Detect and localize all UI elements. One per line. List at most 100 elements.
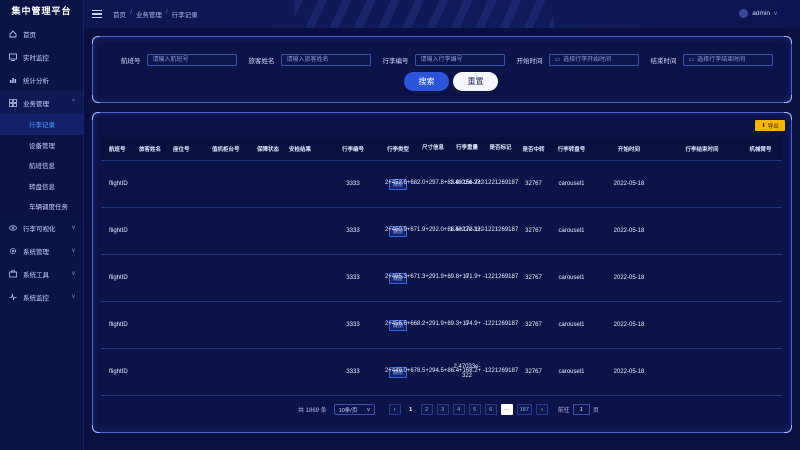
transit-cell: 32767	[525, 275, 542, 281]
end-time-picker[interactable]: ▭ 选择行李结束时间	[682, 54, 773, 66]
column-header: 旅客姓名	[139, 146, 162, 153]
avatar	[739, 9, 749, 18]
breadcrumb-business[interactable]: 业务管理	[136, 9, 162, 19]
table-panel: ⬇ 导出 航班号 旅客姓名 座位号 值机柜台号 保障状态 安检结果 行李编号 行…	[92, 112, 792, 433]
flight-input[interactable]: 请输入航班号	[146, 54, 237, 66]
next-page-button[interactable]: ›	[535, 404, 548, 415]
chevron-down-icon: v	[72, 247, 75, 254]
flight-cell: flightID	[109, 181, 128, 187]
sidebar-subitem-baggage-records[interactable]: 行李记录	[0, 114, 83, 135]
sidebar-item-label: 行李可视化	[23, 226, 56, 233]
weight-cell: 2.47033e-322	[453, 363, 481, 380]
size-cell: 2+452.6+682.0+297.8+83.8+156.7+	[384, 180, 482, 187]
sidebar-item-system-monitor[interactable]: 系统监控 v	[0, 286, 83, 309]
chevron-up-icon: ^	[72, 99, 75, 105]
table-row[interactable]: flightID 3333 底层 2+449.0+678.5+294.5+86.…	[101, 349, 782, 396]
panel-corner	[784, 95, 792, 103]
header-decoration	[294, 0, 554, 28]
tool-icon	[8, 270, 17, 279]
chevron-left-icon: ‹	[393, 406, 396, 413]
table-row[interactable]: flightID 3333 底层 2+465.3+671.3+291.9+89.…	[101, 255, 782, 302]
baggage-no-cell: 3333	[346, 322, 360, 328]
sidebar-item-monitor[interactable]: 实时监控	[0, 45, 83, 68]
sidebar-subitem-flights[interactable]: 航班信息	[0, 155, 83, 176]
sidebar-item-label: 系统管理	[23, 249, 49, 256]
breadcrumb-separator: /	[165, 9, 168, 16]
mark-cell: -1221269187	[482, 274, 519, 281]
column-header: 座位号	[173, 146, 190, 153]
sidebar-item-visualization[interactable]: 行李可视化 v	[0, 217, 83, 240]
carousel-cell: carousel1	[558, 322, 585, 328]
goto-label: 前往	[557, 408, 570, 414]
column-header: 值机柜台号	[212, 146, 240, 153]
page-button[interactable]: 5	[468, 404, 481, 415]
menu-toggle-icon[interactable]	[92, 9, 102, 19]
page-button-current[interactable]: 1	[405, 404, 417, 415]
prev-page-button[interactable]: ‹	[388, 404, 401, 415]
baggage-input[interactable]: 请输入行李编号	[414, 54, 505, 66]
sidebar-item-label: 业务管理	[23, 100, 49, 108]
start-time-cell: 2022-05-18	[613, 322, 645, 328]
breadcrumb-current: 行李记录	[171, 12, 198, 19]
table-row[interactable]: flightID 3333 底层 2+452.6+682.0+297.8+83.…	[101, 161, 782, 208]
column-header: 行李转盘号	[557, 146, 586, 153]
start-time-picker[interactable]: ▭ 选择行李开始时间	[548, 54, 639, 66]
breadcrumb: 首页 / 业务管理 / 行李记录	[113, 9, 198, 19]
column-header: 安检结果	[289, 146, 312, 153]
sidebar-subitem-carousels[interactable]: 转盘信息	[0, 175, 83, 196]
column-header: 是否标记	[489, 144, 512, 151]
mark-cell: -1221269187	[482, 227, 519, 234]
grid-icon	[8, 98, 17, 107]
end-time-label: 结束时间	[650, 58, 677, 65]
total-count: 共 1869 条	[298, 408, 327, 414]
carousel-cell: carousel1	[558, 181, 585, 187]
carousel-cell: carousel1	[558, 228, 585, 234]
table-header: 航班号 旅客姓名 座位号 值机柜台号 保障状态 安检结果 行李编号 行李类型 尺…	[101, 137, 782, 161]
page-button[interactable]: 6	[484, 404, 497, 415]
page-button[interactable]: 4	[452, 404, 465, 415]
goto-suffix: 页	[592, 408, 599, 414]
transit-cell: 32767	[525, 228, 542, 234]
goto-page-input[interactable]: 1	[572, 404, 590, 415]
column-header: 保障状态	[257, 146, 280, 153]
panel-corner	[784, 425, 792, 433]
calendar-icon: ▭	[688, 57, 695, 63]
start-time-placeholder: 选择行李开始时间	[563, 57, 612, 63]
start-time-cell: 2022-05-18	[613, 228, 645, 234]
page-button[interactable]: 2	[420, 404, 433, 415]
search-button[interactable]: 搜索	[404, 72, 449, 91]
reset-button[interactable]: 重置	[453, 72, 498, 91]
start-time-label: 开始时间	[516, 58, 543, 65]
user-menu[interactable]: admin v	[739, 9, 777, 18]
passenger-input[interactable]: 请输入旅客姓名	[280, 54, 371, 66]
baggage-label: 行李编号	[382, 58, 409, 65]
page-button-last[interactable]: 187	[516, 404, 532, 415]
calendar-icon: ▭	[554, 57, 561, 63]
sidebar-subitem-devices[interactable]: 设备管理	[0, 134, 83, 155]
sidebar-item-system-management[interactable]: 系统管理 v	[0, 240, 83, 263]
panel-corner	[784, 112, 792, 120]
column-header: 开始时间	[617, 146, 640, 153]
sidebar-item-business[interactable]: 业务管理 ^	[0, 91, 83, 114]
sidebar-item-system-tools[interactable]: 系统工具 v	[0, 263, 83, 286]
table-row[interactable]: flightID 3333 底层 2+456.6+668.2+291.9+89.…	[101, 302, 782, 349]
column-header: 行李重量	[455, 144, 478, 151]
sidebar-item-statistics[interactable]: 统计分析	[0, 68, 83, 91]
column-header: 航班号	[109, 146, 126, 153]
search-panel: 航班号 请输入航班号 旅客姓名 请输入旅客姓名 行李编号 请输入行李编号 开始时…	[92, 36, 792, 103]
home-icon	[8, 29, 17, 38]
baggage-no-cell: 3333	[346, 228, 360, 234]
export-button[interactable]: ⬇ 导出	[755, 120, 785, 131]
column-header: 行李类型	[386, 146, 409, 153]
more-pages-button[interactable]: ···	[500, 404, 513, 415]
breadcrumb-home[interactable]: 首页	[113, 9, 126, 19]
sidebar-subitem-vehicle-dispatch[interactable]: 车辆调度任务	[0, 196, 83, 217]
start-time-cell: 2022-05-18	[613, 181, 645, 187]
chevron-down-icon: v	[72, 270, 75, 277]
page-size-select[interactable]: 10条/页 v	[333, 404, 375, 415]
sidebar-item-home[interactable]: 首页	[0, 22, 83, 45]
baggage-no-cell: 3333	[346, 369, 360, 375]
mark-cell: -1221269187	[482, 180, 519, 187]
page-button[interactable]: 3	[436, 404, 449, 415]
table-row[interactable]: flightID 3333 底层 2+460.9+671.9+292.0+88.…	[101, 208, 782, 255]
